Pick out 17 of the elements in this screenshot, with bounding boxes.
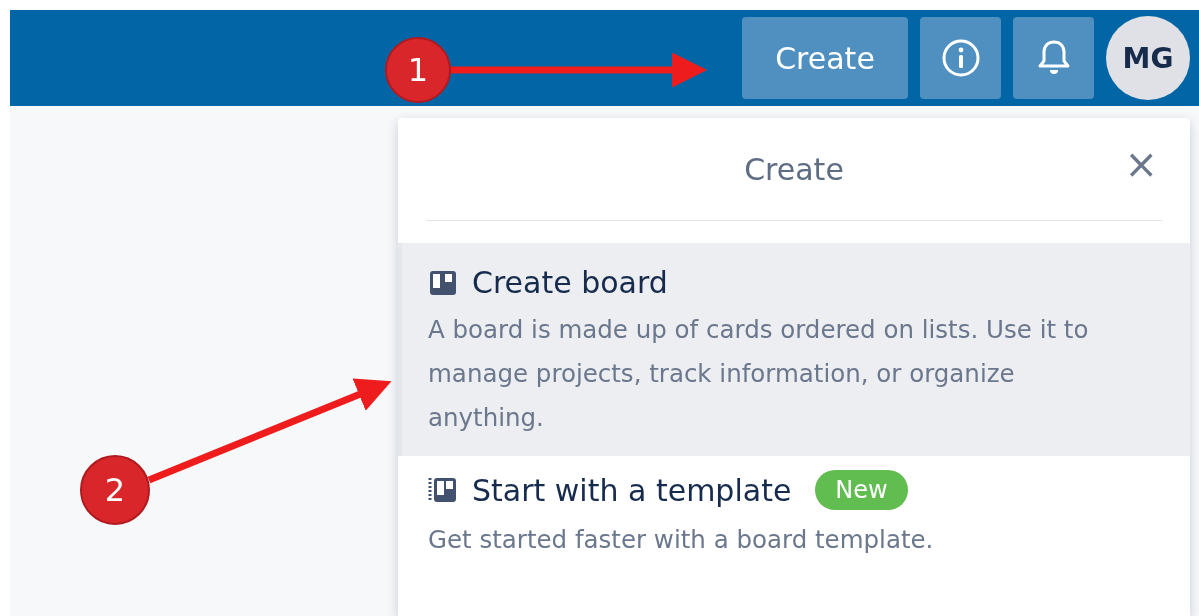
notifications-button[interactable] [1013,17,1094,99]
number-marker: 1 [385,37,451,103]
template-board-icon [428,475,458,505]
item-title: Start with a template [472,472,792,508]
info-icon [940,38,981,78]
info-button[interactable] [920,17,1001,99]
item-description: Get started faster with a board template. [428,524,935,556]
number-marker: 2 [80,455,150,525]
item-title: Create board [472,265,668,300]
menu-item[interactable]: Create board A board is made up of cards ordered on lists. Use it to manage projects, track information, or organize anything. [398,243,1190,456]
menu-item[interactable]: Start with a template New Get started faster with a board template. [398,456,1190,578]
user-avatar[interactable]: MG [1106,16,1190,100]
item-description: A board is made up of cards ordered on lists. Use it to manage projects, track information, or organize anything. [428,314,1090,434]
popover-title: Create [744,151,844,187]
bell-icon [1036,39,1071,77]
close-button[interactable]: × [1120,144,1162,184]
new-badge: New [815,470,908,510]
